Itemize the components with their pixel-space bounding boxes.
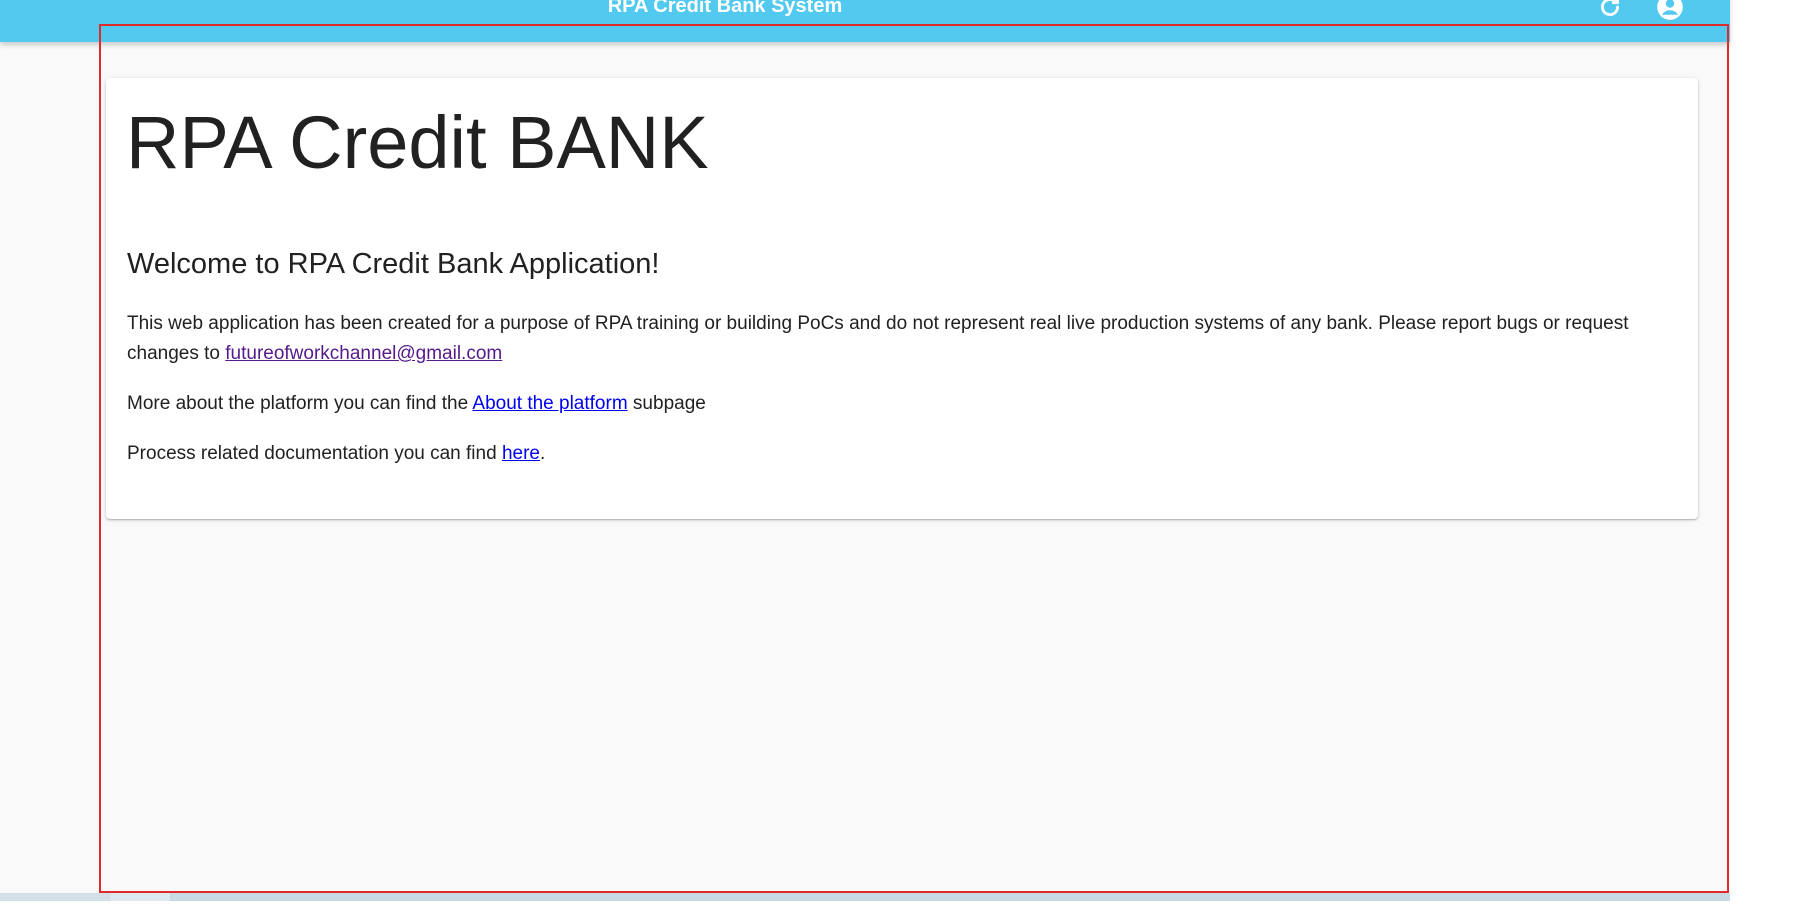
bottom-scrollbar-strip[interactable] [0,893,1730,901]
intro-paragraph: This web application has been created fo… [127,309,1680,369]
docs-prefix-text: Process related documentation you can fi… [127,443,502,464]
app-bar: RPA Credit Bank System [0,0,1730,42]
app-title: RPA Credit Bank System [607,0,843,17]
about-suffix-text: subpage [627,393,706,414]
about-platform-link[interactable]: About the platform [472,393,627,414]
email-link[interactable]: futureofworkchannel@gmail.com [225,343,502,364]
about-paragraph: More about the platform you can find the… [127,389,1680,419]
welcome-heading: Welcome to RPA Credit Bank Application! [127,248,660,280]
docs-paragraph: Process related documentation you can fi… [127,439,1680,469]
docs-suffix-text: . [539,443,546,464]
docs-here-link[interactable]: here [502,443,540,464]
account-circle-icon[interactable] [1656,0,1684,21]
scrollbar-thumb[interactable] [170,893,1730,901]
page-title: RPA Credit BANK [126,101,709,184]
about-prefix-text: More about the platform you can find the [127,393,473,414]
refresh-icon[interactable] [1596,0,1624,21]
scrollbar-left-segment [0,893,110,901]
welcome-card: RPA Credit BANK Welcome to RPA Credit Ba… [106,78,1698,519]
